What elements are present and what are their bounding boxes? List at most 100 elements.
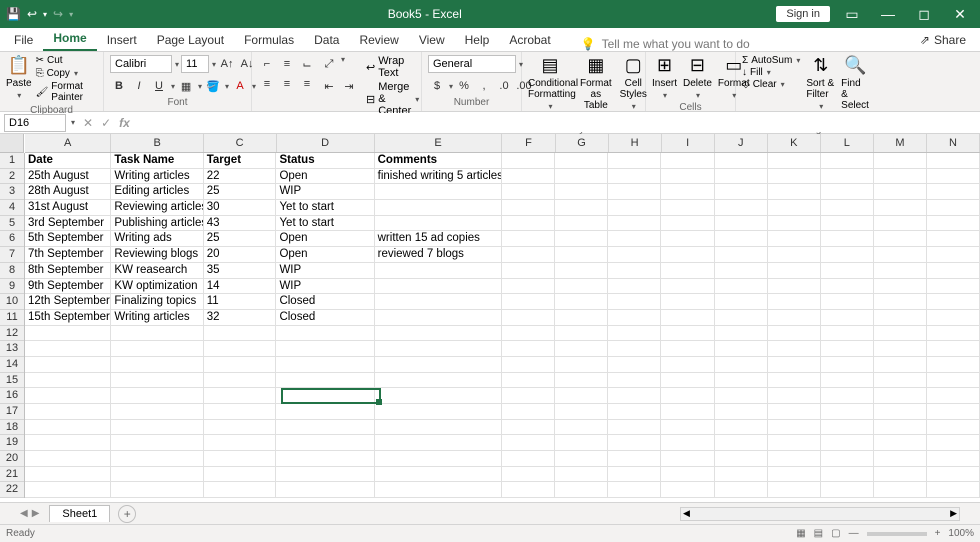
cell-D1[interactable]: Status	[276, 153, 374, 169]
insert-cells-button[interactable]: ⊞Insert▾	[652, 55, 677, 100]
cell-H5[interactable]	[608, 216, 661, 232]
cell-D17[interactable]	[276, 404, 374, 420]
grid-body[interactable]: DateTask NameTargetStatusComments25th Au…	[25, 153, 980, 498]
cell-J16[interactable]	[715, 388, 768, 404]
cell-N10[interactable]	[927, 294, 980, 310]
cell-J20[interactable]	[715, 451, 768, 467]
cell-F16[interactable]	[502, 388, 555, 404]
underline-dropdown-icon[interactable]: ▾	[171, 82, 175, 91]
cell-D6[interactable]: Open	[276, 231, 374, 247]
cell-G12[interactable]	[555, 326, 608, 342]
cell-A11[interactable]: 15th September	[25, 310, 111, 326]
col-header-L[interactable]: L	[821, 134, 874, 152]
normal-view-icon[interactable]: ▦	[796, 528, 805, 539]
col-header-I[interactable]: I	[662, 134, 715, 152]
cell-A14[interactable]	[25, 357, 111, 373]
cell-L2[interactable]	[821, 169, 874, 185]
cell-B17[interactable]	[111, 404, 203, 420]
cell-A12[interactable]	[25, 326, 111, 342]
cell-E8[interactable]	[375, 263, 503, 279]
select-all-corner[interactable]	[0, 134, 24, 153]
cell-J13[interactable]	[715, 341, 768, 357]
cell-G4[interactable]	[555, 200, 608, 216]
underline-button[interactable]: U	[150, 77, 168, 95]
cell-C2[interactable]: 22	[204, 169, 277, 185]
cell-M21[interactable]	[874, 467, 927, 483]
cell-K8[interactable]	[768, 263, 821, 279]
cell-J17[interactable]	[715, 404, 768, 420]
cell-E16[interactable]	[375, 388, 503, 404]
italic-button[interactable]: I	[130, 77, 148, 95]
cell-I14[interactable]	[661, 357, 714, 373]
name-box[interactable]	[4, 114, 66, 132]
col-header-E[interactable]: E	[375, 134, 503, 152]
cell-N11[interactable]	[927, 310, 980, 326]
cell-N18[interactable]	[927, 420, 980, 436]
cell-J8[interactable]	[715, 263, 768, 279]
cell-L20[interactable]	[821, 451, 874, 467]
zoom-slider[interactable]	[867, 532, 927, 536]
cell-J12[interactable]	[715, 326, 768, 342]
cell-K4[interactable]	[768, 200, 821, 216]
cell-E15[interactable]	[375, 373, 503, 389]
cell-I21[interactable]	[661, 467, 714, 483]
row-header-2[interactable]: 2	[0, 169, 24, 185]
fx-icon[interactable]: fx	[119, 116, 130, 130]
cell-K20[interactable]	[768, 451, 821, 467]
cell-J6[interactable]	[715, 231, 768, 247]
cell-G19[interactable]	[555, 435, 608, 451]
tell-me-search[interactable]: 💡 Tell me what you want to do	[581, 37, 750, 51]
scroll-right-icon[interactable]: ▶	[950, 508, 957, 519]
cell-G11[interactable]	[555, 310, 608, 326]
cell-M22[interactable]	[874, 482, 927, 498]
row-header-11[interactable]: 11	[0, 310, 24, 326]
cell-B5[interactable]: Publishing articles	[111, 216, 203, 232]
cell-L8[interactable]	[821, 263, 874, 279]
cell-I6[interactable]	[661, 231, 714, 247]
cell-F6[interactable]	[502, 231, 555, 247]
cell-A16[interactable]	[25, 388, 111, 404]
cell-L1[interactable]	[821, 153, 874, 169]
cell-I18[interactable]	[661, 420, 714, 436]
merge-center-button[interactable]: ⊟Merge & Center▾	[366, 81, 419, 117]
cell-M1[interactable]	[874, 153, 927, 169]
cell-I2[interactable]	[661, 169, 714, 185]
cell-K11[interactable]	[768, 310, 821, 326]
copy-button[interactable]: ⎘Copy▾	[36, 68, 97, 79]
cell-N3[interactable]	[927, 184, 980, 200]
font-name-select[interactable]	[110, 55, 172, 73]
cell-I15[interactable]	[661, 373, 714, 389]
cell-G1[interactable]	[555, 153, 608, 169]
cell-L10[interactable]	[821, 294, 874, 310]
next-sheet-icon[interactable]: ▶	[32, 508, 40, 519]
border-button[interactable]: ▦	[177, 77, 195, 95]
cell-J19[interactable]	[715, 435, 768, 451]
tab-acrobat[interactable]: Acrobat	[499, 29, 560, 51]
zoom-level[interactable]: 100%	[948, 528, 974, 539]
cell-B21[interactable]	[111, 467, 203, 483]
cell-I3[interactable]	[661, 184, 714, 200]
col-header-J[interactable]: J	[715, 134, 768, 152]
cell-I1[interactable]	[661, 153, 714, 169]
decrease-indent-icon[interactable]: ⇤	[320, 77, 338, 95]
cell-K14[interactable]	[768, 357, 821, 373]
row-header-14[interactable]: 14	[0, 357, 24, 373]
cell-L4[interactable]	[821, 200, 874, 216]
cell-L7[interactable]	[821, 247, 874, 263]
cell-F3[interactable]	[502, 184, 555, 200]
cell-H19[interactable]	[608, 435, 661, 451]
cell-K5[interactable]	[768, 216, 821, 232]
cell-K22[interactable]	[768, 482, 821, 498]
col-header-H[interactable]: H	[609, 134, 662, 152]
cell-C5[interactable]: 43	[204, 216, 277, 232]
row-header-12[interactable]: 12	[0, 326, 24, 342]
cell-I9[interactable]	[661, 279, 714, 295]
cell-C12[interactable]	[204, 326, 277, 342]
cell-A6[interactable]: 5th September	[25, 231, 111, 247]
cell-F22[interactable]	[502, 482, 555, 498]
font-size-select[interactable]	[181, 55, 209, 73]
paste-icon[interactable]: 📋	[8, 55, 30, 76]
cell-H10[interactable]	[608, 294, 661, 310]
cell-C10[interactable]: 11	[204, 294, 277, 310]
cell-L19[interactable]	[821, 435, 874, 451]
